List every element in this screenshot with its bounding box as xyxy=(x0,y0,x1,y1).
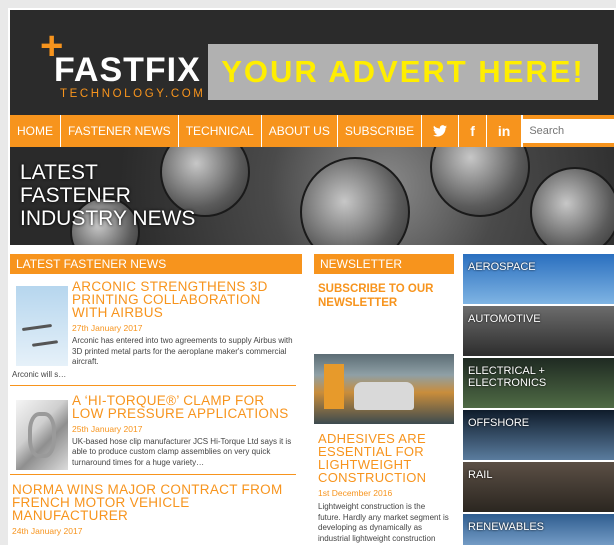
newsletter-heading: NEWSLETTER xyxy=(314,254,454,274)
sector-label: AEROSPACE xyxy=(468,261,536,273)
news-item[interactable]: A ‘HI-TORQUE®’ CLAMP FOR LOW PRESSURE AP… xyxy=(10,393,296,475)
feature-excerpt: Lightweight construction is the future. … xyxy=(318,502,449,545)
robot-arm-image xyxy=(324,364,344,409)
news-thumbnail[interactable] xyxy=(16,286,68,366)
news-column: LATEST FASTENER NEWS ARCONIC STRENGTHENS… xyxy=(10,254,302,537)
site-header: + FASTFIX TECHNOLOGY.COM YOUR ADVERT HER… xyxy=(10,10,614,115)
sector-offshore[interactable]: OFFSHORE xyxy=(463,410,614,460)
plane-icon xyxy=(31,340,59,347)
sector-label: RAIL xyxy=(468,469,493,481)
car-image xyxy=(354,382,414,410)
news-date: 25th January 2017 xyxy=(72,423,143,434)
facebook-icon[interactable]: f xyxy=(459,115,487,147)
news-title[interactable]: ARCONIC STRENGTHENS 3D PRINTING COLLABOR… xyxy=(72,280,296,320)
nav-home[interactable]: HOME xyxy=(10,115,61,147)
news-item[interactable]: NORMA WINS MAJOR CONTRACT FROM FRENCH MO… xyxy=(10,483,296,545)
logo-wordmark: FASTFIX xyxy=(54,51,201,89)
logo-subtitle: TECHNOLOGY.COM xyxy=(60,88,206,100)
news-excerpt-continued: Arconic will s… xyxy=(12,369,67,379)
feature-title[interactable]: ADHESIVES ARE ESSENTIAL FOR LIGHTWEIGHT … xyxy=(318,432,450,484)
news-excerpt: UK-based hose clip manufacturer JCS Hi-T… xyxy=(72,436,292,467)
sector-label: RENEWABLES xyxy=(468,521,545,533)
feature-date: 1st December 2016 xyxy=(318,488,393,498)
news-body: NORMA WINS MAJOR CONTRACT FROM FRENCH MO… xyxy=(12,483,296,536)
hero-banner: LATEST FASTENER INDUSTRY NEWS xyxy=(10,147,614,245)
nav-fastener-news[interactable]: FASTENER NEWS xyxy=(61,115,179,147)
nav-subscribe[interactable]: SUBSCRIBE xyxy=(338,115,423,147)
nav-technical[interactable]: TECHNICAL xyxy=(179,115,262,147)
search-input[interactable] xyxy=(529,125,616,137)
sector-automotive[interactable]: AUTOMOTIVE xyxy=(463,306,614,356)
newsletter-subscribe-link[interactable]: SUBSCRIBE TO OUR NEWSLETTER xyxy=(314,274,454,344)
news-heading: LATEST FASTENER NEWS xyxy=(10,254,302,274)
news-body: ARCONIC STRENGTHENS 3D PRINTING COLLABOR… xyxy=(72,280,296,368)
nav-about-us[interactable]: ABOUT US xyxy=(262,115,338,147)
sector-label: AUTOMOTIVE xyxy=(468,313,541,325)
sector-renewables[interactable]: RENEWABLES xyxy=(463,514,614,545)
news-date: 24th January 2017 xyxy=(12,526,83,536)
bolt-image xyxy=(430,147,530,217)
advert-banner[interactable]: YOUR ADVERT HERE! xyxy=(208,44,598,100)
search-box[interactable] xyxy=(523,119,616,143)
news-title[interactable]: NORMA WINS MAJOR CONTRACT FROM FRENCH MO… xyxy=(12,483,296,523)
news-title[interactable]: A ‘HI-TORQUE®’ CLAMP FOR LOW PRESSURE AP… xyxy=(72,393,296,420)
newsletter-column: NEWSLETTER SUBSCRIBE TO OUR NEWSLETTER A… xyxy=(314,254,454,545)
sector-rail[interactable]: RAIL xyxy=(463,462,614,512)
site-logo[interactable]: + FASTFIX TECHNOLOGY.COM xyxy=(32,26,203,103)
clamp-image xyxy=(28,411,56,458)
sector-label: ELECTRICAL + ELECTRONICS xyxy=(468,365,547,389)
sector-label: OFFSHORE xyxy=(468,417,530,429)
sector-aerospace[interactable]: AEROSPACE xyxy=(463,254,614,304)
bolt-image xyxy=(300,157,410,245)
feature-image[interactable] xyxy=(314,354,454,424)
news-item[interactable]: ARCONIC STRENGTHENS 3D PRINTING COLLABOR… xyxy=(10,280,296,386)
page: + FASTFIX TECHNOLOGY.COM YOUR ADVERT HER… xyxy=(8,8,616,545)
news-excerpt: Arconic has entered into two agreements … xyxy=(72,336,293,366)
hero-title: LATEST FASTENER INDUSTRY NEWS xyxy=(20,161,196,230)
plane-icon xyxy=(21,323,53,332)
sector-electrical-electronics[interactable]: ELECTRICAL + ELECTRONICS xyxy=(463,358,614,408)
sectors-column: AEROSPACE AUTOMOTIVE ELECTRICAL + ELECTR… xyxy=(463,254,614,545)
news-date: 27th January 2017 xyxy=(72,323,143,333)
news-thumbnail[interactable] xyxy=(16,399,68,470)
news-body: A ‘HI-TORQUE®’ CLAMP FOR LOW PRESSURE AP… xyxy=(72,393,296,469)
main-nav: HOME FASTENER NEWS TECHNICAL ABOUT US SU… xyxy=(10,115,616,147)
linkedin-icon[interactable]: in xyxy=(487,115,523,147)
bolt-image xyxy=(530,167,614,245)
twitter-icon[interactable] xyxy=(422,115,460,147)
